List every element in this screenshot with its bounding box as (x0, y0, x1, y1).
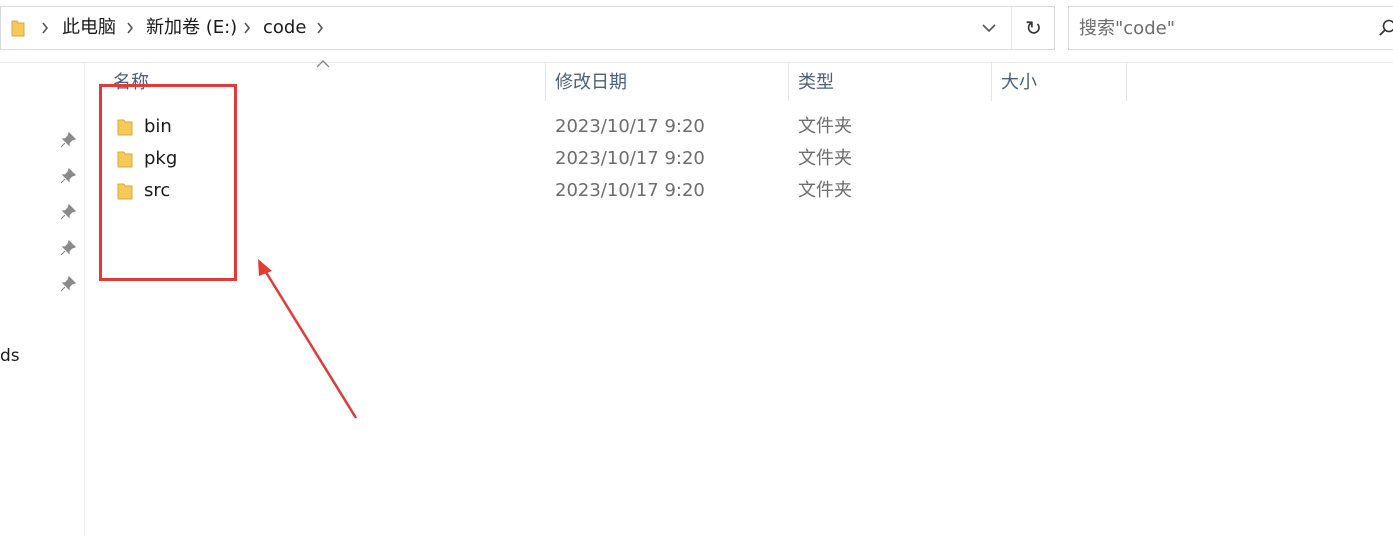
column-header-modified[interactable]: 修改日期 (555, 72, 627, 94)
column-header-type[interactable]: 类型 (798, 72, 834, 94)
chevron-right-icon[interactable] (126, 22, 134, 34)
search-placeholder: 搜索"code" (1079, 18, 1175, 39)
file-type: 文件夹 (798, 180, 852, 201)
column-header-size[interactable]: 大小 (1001, 72, 1037, 94)
file-type: 文件夹 (798, 148, 852, 169)
annotation-arrow (258, 259, 358, 419)
annotation-highlight-box (99, 84, 237, 281)
search-icon[interactable] (1379, 19, 1393, 37)
column-resize-handle[interactable] (1126, 63, 1127, 101)
column-resize-handle[interactable] (991, 63, 992, 101)
sort-ascending-icon (316, 60, 330, 68)
toolbar-divider (0, 62, 1393, 63)
column-resize-handle[interactable] (788, 63, 789, 101)
column-resize-handle[interactable] (545, 63, 546, 101)
refresh-button[interactable]: ↻ (1011, 7, 1055, 49)
breadcrumb-drive-e[interactable]: 新加卷 (E:) (146, 17, 237, 39)
chevron-right-icon[interactable] (316, 22, 324, 34)
nav-item-label[interactable]: ds (0, 346, 20, 366)
chevron-down-icon (982, 24, 996, 33)
pin-icon[interactable] (60, 240, 76, 256)
breadcrumb-code[interactable]: code (263, 17, 306, 39)
address-history-dropdown[interactable] (971, 7, 1009, 49)
breadcrumb-this-pc[interactable]: 此电脑 (62, 17, 116, 39)
chevron-right-icon[interactable] (41, 22, 49, 34)
file-modified: 2023/10/17 9:20 (555, 116, 705, 137)
chevron-right-icon[interactable] (243, 22, 251, 34)
file-modified: 2023/10/17 9:20 (555, 148, 705, 169)
file-type: 文件夹 (798, 116, 852, 137)
pin-icon[interactable] (60, 276, 76, 292)
folder-icon (11, 20, 25, 37)
search-input[interactable]: 搜索"code" (1068, 6, 1393, 50)
refresh-icon: ↻ (1025, 16, 1042, 40)
address-bar[interactable]: 此电脑 新加卷 (E:) code ↻ (0, 6, 1055, 50)
file-modified: 2023/10/17 9:20 (555, 180, 705, 201)
